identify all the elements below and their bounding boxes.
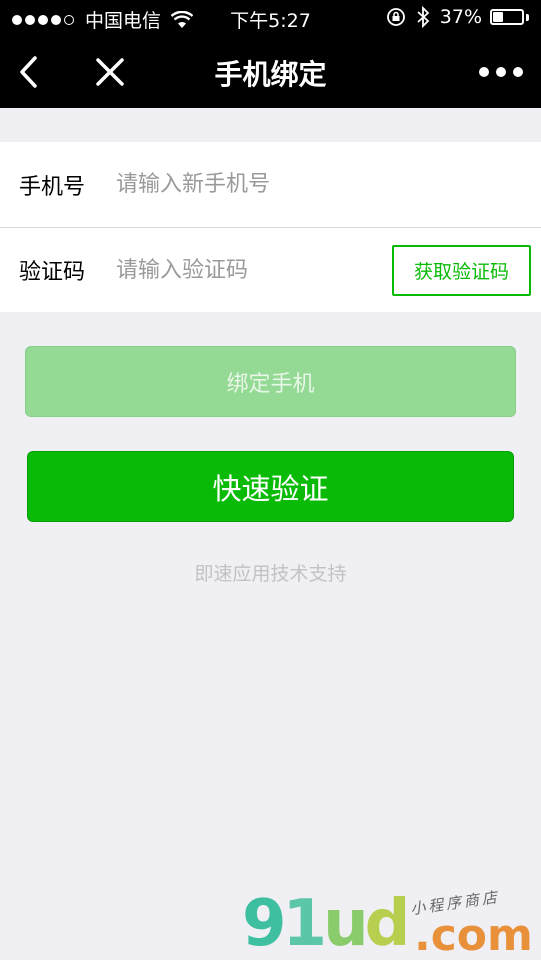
signal-dot bbox=[64, 14, 74, 25]
more-dot bbox=[479, 67, 489, 77]
signal-dot bbox=[12, 14, 22, 25]
carrier-name: 中国电信 bbox=[85, 10, 162, 32]
back-chevron-icon[interactable] bbox=[14, 52, 46, 92]
bind-phone-button[interactable]: 绑定手机 bbox=[25, 346, 516, 417]
more-dot bbox=[513, 67, 523, 77]
bluetooth-icon bbox=[417, 6, 430, 28]
phone-input[interactable] bbox=[116, 172, 376, 197]
top-bar: 中国电信 下午5:27 37% 手机绑定 bbox=[0, 0, 541, 108]
battery-fill bbox=[493, 12, 504, 22]
battery-body bbox=[490, 9, 524, 25]
battery-cap bbox=[526, 13, 529, 21]
signal-dot bbox=[38, 14, 48, 25]
close-icon[interactable] bbox=[94, 54, 126, 90]
code-label: 验证码 bbox=[19, 260, 86, 285]
phone-bind-form: 手机号 验证码 获取验证码 bbox=[0, 142, 541, 312]
signal-strength-icon bbox=[12, 14, 77, 25]
watermark-domain: .com bbox=[414, 910, 533, 960]
nav-bar: 手机绑定 bbox=[0, 36, 541, 108]
code-input[interactable] bbox=[116, 257, 376, 283]
rotation-lock-icon bbox=[386, 8, 405, 26]
status-bar: 中国电信 下午5:27 37% bbox=[0, 0, 541, 36]
wifi-icon bbox=[171, 10, 194, 28]
more-dot bbox=[496, 67, 506, 77]
watermark-logo: 91ud .com 小程序商店 bbox=[242, 888, 541, 960]
page-title: 手机绑定 bbox=[214, 58, 327, 91]
code-row: 验证码 获取验证码 bbox=[0, 227, 541, 312]
battery-icon bbox=[490, 9, 529, 25]
signal-dot bbox=[51, 14, 61, 25]
watermark-logo-text: 91ud bbox=[242, 887, 410, 960]
get-code-button[interactable]: 获取验证码 bbox=[392, 245, 531, 296]
status-right: 37% bbox=[386, 6, 529, 28]
battery-percent: 37% bbox=[439, 6, 482, 28]
quick-verify-button[interactable]: 快速验证 bbox=[27, 451, 514, 522]
support-text: 即速应用技术支持 bbox=[194, 563, 347, 585]
phone-label: 手机号 bbox=[19, 174, 86, 200]
status-left: 中国电信 bbox=[12, 6, 194, 33]
more-dots-icon[interactable] bbox=[479, 62, 523, 82]
signal-dot bbox=[25, 14, 35, 25]
phone-row: 手机号 bbox=[0, 142, 541, 227]
